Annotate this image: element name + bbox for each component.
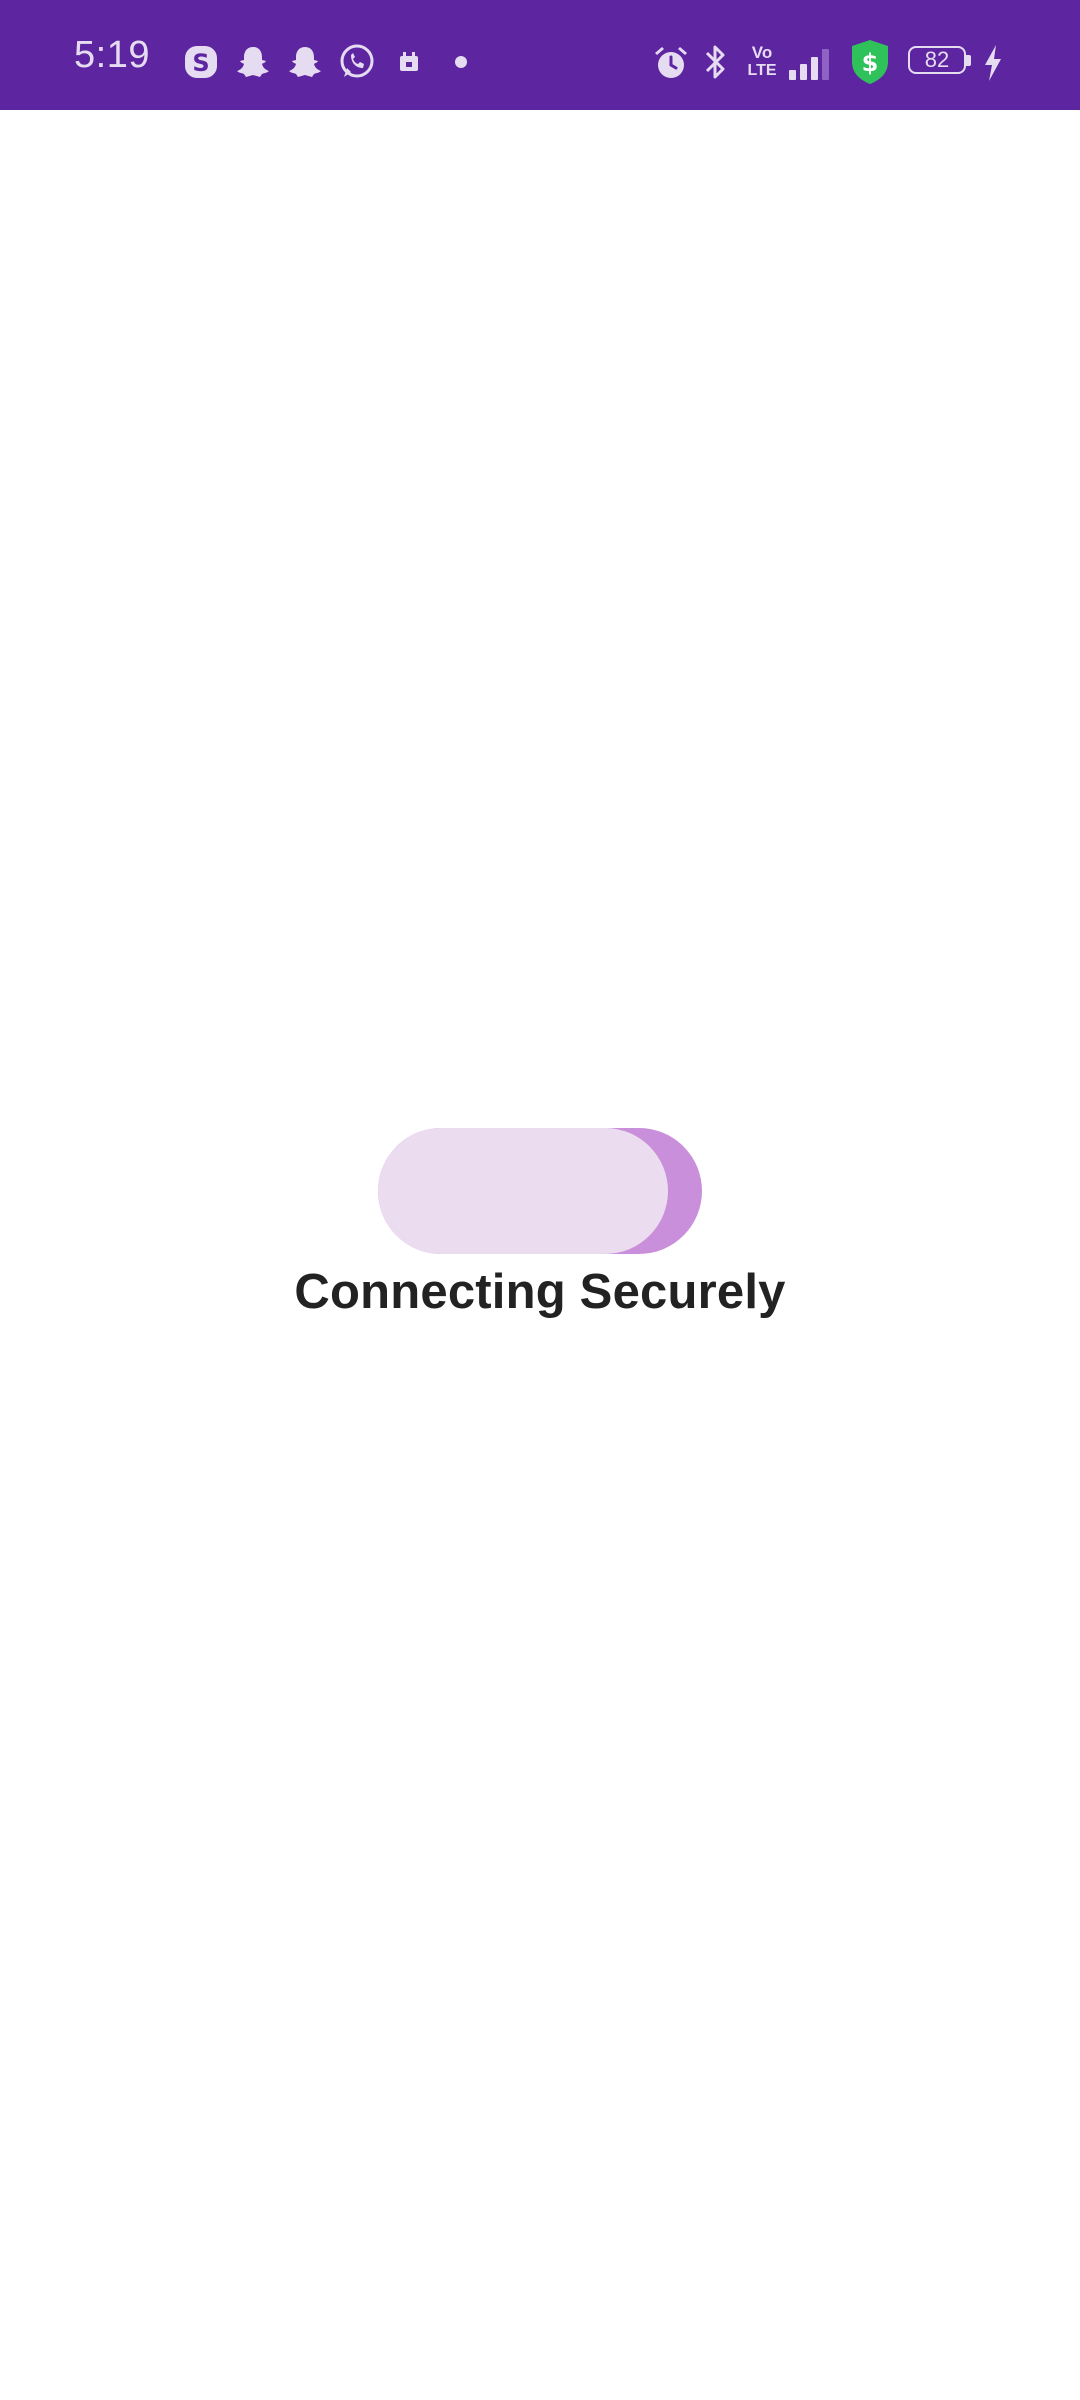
charging-icon: [985, 45, 1001, 81]
dot-icon: [455, 56, 467, 68]
alarm-icon: [655, 47, 687, 78]
calendar-icon: [400, 52, 418, 71]
svg-text:$: $: [862, 49, 879, 77]
status-time: 5:19: [74, 34, 150, 76]
snapchat-icon: [289, 47, 321, 77]
volte-icon: Vo LTE: [746, 44, 778, 84]
skype-icon: S: [185, 46, 217, 78]
connecting-status-text: Connecting Securely: [294, 1265, 786, 1319]
svg-text:S: S: [192, 49, 209, 77]
battery-level: 82: [924, 47, 950, 72]
security-shield-icon: $: [852, 40, 888, 84]
volte-label-bottom: LTE: [747, 62, 777, 79]
battery-icon: 82: [908, 46, 972, 78]
loader-pill: [378, 1128, 668, 1254]
main-content: [0, 110, 1080, 2400]
snapchat-icon: [237, 47, 269, 77]
whatsapp-icon: [340, 44, 374, 78]
loading-indicator: [378, 1128, 702, 1254]
status-bar: 5:19 S Vo LTE $ 82: [0, 0, 1080, 110]
volte-label-top: Vo: [751, 43, 773, 62]
signal-icon: [789, 49, 829, 80]
bluetooth-icon: [705, 45, 725, 79]
